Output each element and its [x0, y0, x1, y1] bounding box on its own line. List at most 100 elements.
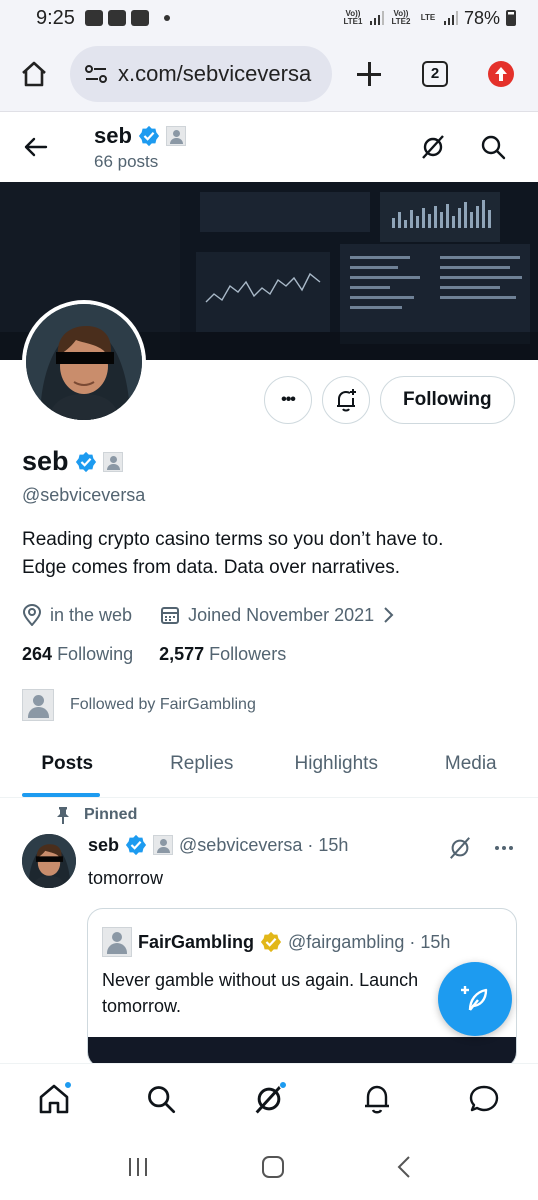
- status-right: Vo)) LTE1 Vo)) LTE2 LTE 78%: [342, 8, 516, 29]
- chevron-right-icon[interactable]: [382, 606, 394, 624]
- fairgambling-avatar: [22, 689, 54, 721]
- post-author-avatar[interactable]: [22, 834, 76, 888]
- signal-icon-2: [443, 11, 458, 25]
- bottom-navigation: [0, 1063, 538, 1133]
- new-tab-button[interactable]: [354, 59, 384, 89]
- site-settings-icon[interactable]: [84, 64, 108, 84]
- verified-badge-icon: [138, 125, 160, 146]
- post-actions: [448, 836, 514, 860]
- browser-toolbar: x.com/sebviceversa 2: [0, 36, 538, 112]
- system-navigation: [0, 1133, 538, 1200]
- gallery-icon: [84, 10, 103, 26]
- youtube-icon-2: [130, 10, 149, 26]
- header-names: seb 66 posts: [94, 123, 186, 172]
- profile-bio: Reading crypto casino terms so you don’t…: [22, 526, 522, 582]
- profile-avatar[interactable]: [22, 300, 146, 424]
- tab-posts[interactable]: Posts: [0, 730, 135, 797]
- notify-button[interactable]: [322, 376, 370, 424]
- profile-info: seb @sebviceversa Reading crypto casino …: [22, 446, 522, 721]
- profile-top-bar: seb 66 posts: [0, 112, 538, 182]
- avatar-image: [26, 304, 142, 420]
- url-text[interactable]: x.com/sebviceversa: [118, 61, 311, 87]
- post-header: seb @sebviceversa · 15h: [88, 834, 348, 856]
- pinned-indicator: Pinned: [56, 806, 137, 824]
- profile-display-name: seb: [22, 446, 69, 476]
- following-link[interactable]: 264 Following: [22, 644, 133, 665]
- nav-home[interactable]: [34, 1079, 74, 1119]
- profile-joined[interactable]: Joined November 2021: [188, 605, 374, 626]
- network-type: LTE: [420, 13, 436, 22]
- pinned-label: Pinned: [84, 806, 138, 823]
- signal-icon-1: [369, 11, 384, 25]
- follow-counts: 264 Following 2,577 Followers: [22, 644, 522, 665]
- more-notifications-icon: [163, 15, 170, 21]
- recent-apps-icon[interactable]: [126, 1156, 150, 1178]
- post-author-name[interactable]: seb: [88, 835, 119, 856]
- bell-icon: [364, 1085, 389, 1113]
- quote-author-name: FairGambling: [138, 931, 255, 952]
- affiliate-badge-icon: [153, 835, 174, 855]
- search-icon[interactable]: [480, 134, 506, 160]
- update-button[interactable]: [488, 60, 514, 87]
- quote-handle-time: @fairgambling · 15h: [288, 931, 451, 952]
- home-outline-icon: [22, 61, 46, 86]
- header-actions: [420, 134, 506, 160]
- header-display-name: seb: [94, 122, 132, 148]
- system-home-icon[interactable]: [261, 1155, 285, 1179]
- followers-label: Followers: [209, 644, 287, 664]
- carrier-1: Vo)) LTE1: [343, 9, 363, 26]
- address-bar[interactable]: x.com/sebviceversa: [70, 45, 332, 102]
- profile-actions: ••• Following: [264, 376, 515, 424]
- status-time: 9:25: [36, 6, 75, 29]
- bio-line-1: Reading crypto casino terms so you don’t…: [22, 529, 444, 550]
- tab-replies[interactable]: Replies: [135, 730, 270, 797]
- followers-link[interactable]: 2,577 Followers: [159, 644, 286, 665]
- arrow-up-icon: [495, 66, 507, 81]
- more-dots-label: •••: [281, 391, 296, 408]
- following-label: Following: [57, 644, 134, 664]
- system-back-icon[interactable]: [396, 1155, 412, 1179]
- followed-by-text: Followed by FairGambling: [70, 696, 256, 713]
- grok-icon[interactable]: [420, 134, 446, 160]
- calendar-icon: [161, 607, 180, 624]
- pin-icon: [57, 807, 69, 824]
- messages-icon: [469, 1085, 499, 1111]
- nav-notifications[interactable]: [357, 1079, 397, 1119]
- quote-text: Never gamble without us again. Launch to…: [102, 970, 419, 1016]
- youtube-icon: [107, 10, 126, 26]
- compose-button[interactable]: [438, 962, 512, 1036]
- affiliate-badge-icon: [165, 125, 186, 146]
- gold-verified-badge-icon: [260, 931, 282, 953]
- tab-media[interactable]: Media: [404, 730, 538, 797]
- followed-by[interactable]: Followed by FairGambling: [22, 689, 522, 721]
- nav-search[interactable]: [141, 1079, 181, 1119]
- nav-messages[interactable]: [464, 1079, 504, 1119]
- following-count: 264: [22, 644, 53, 664]
- profile-handle: @sebviceversa: [22, 485, 146, 505]
- post-handle-time: @sebviceversa · 15h: [179, 834, 349, 855]
- profile-tabs: Posts Replies Highlights Media: [0, 730, 538, 798]
- verified-badge-icon: [75, 451, 96, 472]
- location-icon: [22, 604, 42, 626]
- quote-header: FairGambling @fairgambling · 15h: [88, 909, 516, 957]
- tab-highlights[interactable]: Highlights: [269, 730, 404, 797]
- grok-unread-dot: [278, 1080, 287, 1089]
- battery-icon: [506, 10, 516, 26]
- more-options-button[interactable]: •••: [264, 376, 312, 424]
- tab-switcher-button[interactable]: 2: [422, 60, 448, 87]
- browser-home-button[interactable]: [16, 56, 52, 92]
- grok-icon[interactable]: [448, 836, 472, 860]
- nav-grok[interactable]: [249, 1079, 289, 1119]
- compose-feather-icon: [461, 986, 488, 1011]
- more-icon[interactable]: [494, 845, 514, 851]
- back-arrow-icon[interactable]: [22, 134, 48, 160]
- following-button[interactable]: Following: [380, 376, 515, 424]
- status-notification-icons: [84, 10, 170, 26]
- header-post-count: 66 posts: [94, 151, 159, 171]
- search-icon: [148, 1085, 176, 1113]
- bio-line-2: Edge comes from data. Data over narrativ…: [22, 557, 401, 578]
- profile-location: in the web: [50, 604, 133, 625]
- post-text: tomorrow: [88, 868, 164, 888]
- affiliate-badge-icon: [102, 451, 123, 472]
- carrier-2: Vo)) LTE2: [391, 9, 411, 26]
